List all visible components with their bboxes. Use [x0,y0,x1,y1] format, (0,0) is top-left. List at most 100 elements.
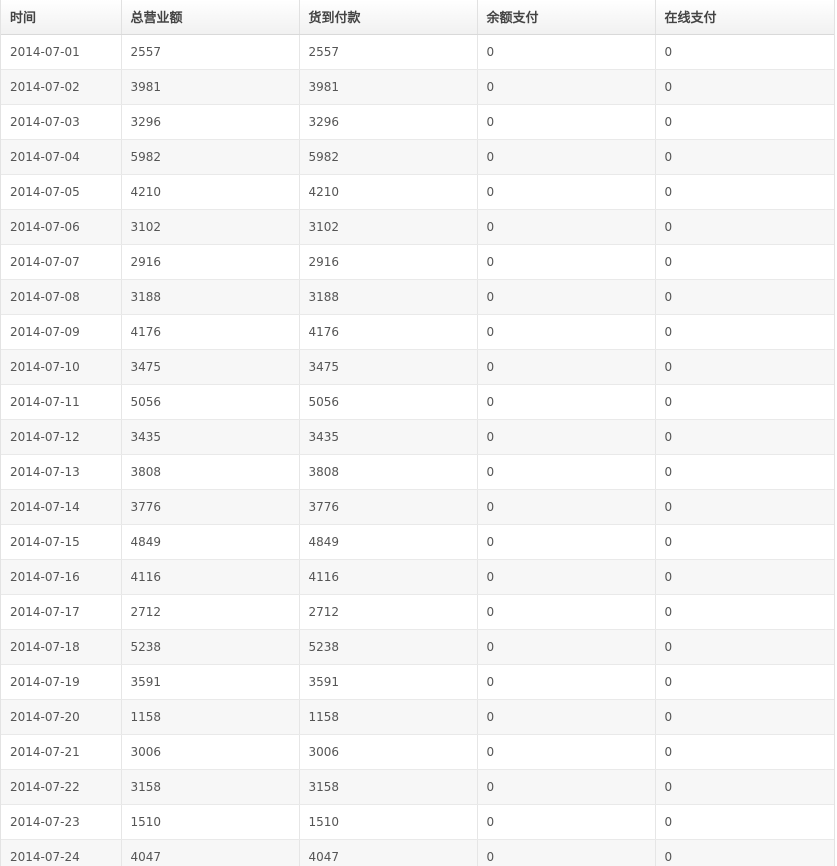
cell-balance-payment: 0 [477,34,656,70]
cell-total-revenue: 3188 [121,279,300,315]
cell-online-payment: 0 [655,699,834,735]
cell-online-payment: 0 [655,349,834,385]
cell-date: 2014-07-09 [1,314,122,350]
cell-balance-payment: 0 [477,524,656,560]
cell-total-revenue: 3591 [121,664,300,700]
cell-balance-payment: 0 [477,594,656,630]
table-header: 时间 总营业额 货到付款 余额支付 在线支付 [1,0,834,35]
header-cash-on-delivery[interactable]: 货到付款 [299,0,478,35]
cell-online-payment: 0 [655,244,834,280]
cell-total-revenue: 3981 [121,69,300,105]
cell-online-payment: 0 [655,559,834,595]
table-row: 2014-07-17 2712 2712 0 0 [1,594,834,630]
cell-cash-on-delivery: 3475 [299,349,478,385]
table-row: 2014-07-21 3006 3006 0 0 [1,734,834,770]
cell-cash-on-delivery: 4176 [299,314,478,350]
cell-balance-payment: 0 [477,489,656,525]
cell-balance-payment: 0 [477,804,656,840]
cell-online-payment: 0 [655,384,834,420]
revenue-table-container: 时间 总营业额 货到付款 余额支付 在线支付 2014-07-01 2557 255… [0,0,835,866]
cell-cash-on-delivery: 4849 [299,524,478,560]
cell-total-revenue: 3435 [121,419,300,455]
cell-date: 2014-07-16 [1,559,122,595]
revenue-table: 时间 总营业额 货到付款 余额支付 在线支付 2014-07-01 2557 255… [1,0,834,866]
cell-online-payment: 0 [655,314,834,350]
cell-online-payment: 0 [655,804,834,840]
cell-date: 2014-07-19 [1,664,122,700]
cell-total-revenue: 3102 [121,209,300,245]
cell-balance-payment: 0 [477,769,656,805]
cell-total-revenue: 4849 [121,524,300,560]
cell-date: 2014-07-17 [1,594,122,630]
cell-cash-on-delivery: 3296 [299,104,478,140]
cell-date: 2014-07-14 [1,489,122,525]
cell-total-revenue: 4176 [121,314,300,350]
table-row: 2014-07-01 2557 2557 0 0 [1,34,834,70]
table-row: 2014-07-10 3475 3475 0 0 [1,349,834,385]
cell-total-revenue: 3776 [121,489,300,525]
cell-date: 2014-07-01 [1,34,122,70]
cell-balance-payment: 0 [477,734,656,770]
header-online-payment[interactable]: 在线支付 [655,0,834,35]
cell-online-payment: 0 [655,839,834,866]
cell-cash-on-delivery: 3981 [299,69,478,105]
cell-balance-payment: 0 [477,664,656,700]
cell-balance-payment: 0 [477,314,656,350]
cell-date: 2014-07-13 [1,454,122,490]
cell-date: 2014-07-05 [1,174,122,210]
cell-total-revenue: 2916 [121,244,300,280]
table-row: 2014-07-02 3981 3981 0 0 [1,69,834,105]
cell-date: 2014-07-22 [1,769,122,805]
cell-date: 2014-07-07 [1,244,122,280]
cell-total-revenue: 1158 [121,699,300,735]
table-row: 2014-07-12 3435 3435 0 0 [1,419,834,455]
header-total-revenue[interactable]: 总营业额 [121,0,300,35]
cell-date: 2014-07-08 [1,279,122,315]
cell-date: 2014-07-15 [1,524,122,560]
cell-cash-on-delivery: 2557 [299,34,478,70]
cell-date: 2014-07-24 [1,839,122,866]
cell-cash-on-delivery: 4116 [299,559,478,595]
cell-date: 2014-07-10 [1,349,122,385]
table-row: 2014-07-13 3808 3808 0 0 [1,454,834,490]
cell-total-revenue: 2712 [121,594,300,630]
table-row: 2014-07-19 3591 3591 0 0 [1,664,834,700]
cell-total-revenue: 3158 [121,769,300,805]
cell-balance-payment: 0 [477,69,656,105]
cell-online-payment: 0 [655,734,834,770]
cell-balance-payment: 0 [477,209,656,245]
cell-online-payment: 0 [655,174,834,210]
header-date[interactable]: 时间 [1,0,122,35]
cell-balance-payment: 0 [477,174,656,210]
cell-total-revenue: 4047 [121,839,300,866]
table-row: 2014-07-06 3102 3102 0 0 [1,209,834,245]
cell-cash-on-delivery: 5056 [299,384,478,420]
cell-cash-on-delivery: 3435 [299,419,478,455]
cell-cash-on-delivery: 1510 [299,804,478,840]
table-row: 2014-07-09 4176 4176 0 0 [1,314,834,350]
table-row: 2014-07-15 4849 4849 0 0 [1,524,834,560]
table-body: 2014-07-01 2557 2557 0 0 2014-07-02 3981 3981 0 0… [1,34,834,866]
cell-cash-on-delivery: 3776 [299,489,478,525]
cell-balance-payment: 0 [477,384,656,420]
cell-balance-payment: 0 [477,139,656,175]
cell-balance-payment: 0 [477,839,656,866]
cell-total-revenue: 4210 [121,174,300,210]
cell-online-payment: 0 [655,524,834,560]
cell-date: 2014-07-04 [1,139,122,175]
cell-balance-payment: 0 [477,699,656,735]
cell-date: 2014-07-23 [1,804,122,840]
cell-cash-on-delivery: 3102 [299,209,478,245]
cell-online-payment: 0 [655,594,834,630]
cell-cash-on-delivery: 4047 [299,839,478,866]
cell-balance-payment: 0 [477,419,656,455]
header-balance-payment[interactable]: 余额支付 [477,0,656,35]
cell-online-payment: 0 [655,104,834,140]
cell-total-revenue: 3475 [121,349,300,385]
table-row: 2014-07-11 5056 5056 0 0 [1,384,834,420]
cell-cash-on-delivery: 5238 [299,629,478,665]
cell-cash-on-delivery: 1158 [299,699,478,735]
table-row: 2014-07-22 3158 3158 0 0 [1,769,834,805]
table-row: 2014-07-16 4116 4116 0 0 [1,559,834,595]
cell-online-payment: 0 [655,139,834,175]
